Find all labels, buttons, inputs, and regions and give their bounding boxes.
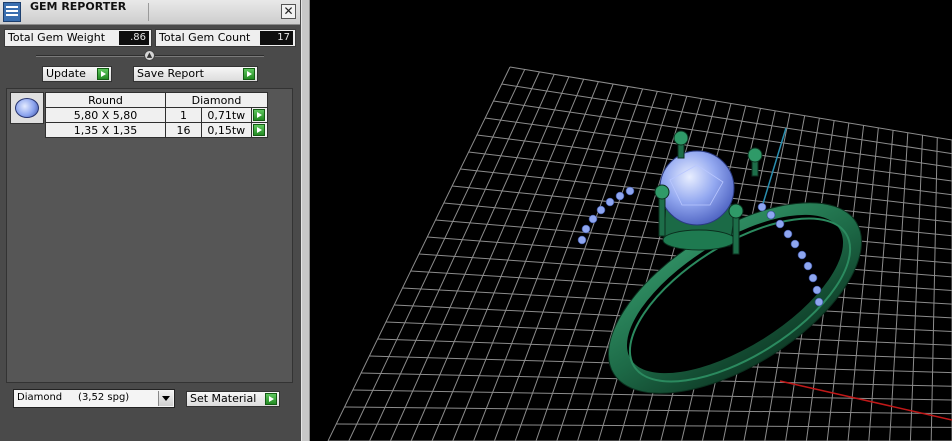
total-gem-count-field: Total Gem Count 17 [155, 29, 296, 47]
gem-weight-cell: 0,15tw [201, 122, 252, 138]
gem-count-cell: 16 [164, 122, 203, 138]
total-gem-weight-value: .86 [119, 31, 149, 45]
round-gem-icon [15, 98, 39, 118]
grid-line [847, 127, 879, 441]
gem-table: Round Diamond 5,80 X 5,80 1 0,71tw 1,35 … [45, 92, 268, 138]
ring-model [577, 130, 863, 394]
viewport-scene [327, 66, 952, 441]
set-material-button-label: Set Material [190, 392, 257, 405]
total-gem-weight-field: Total Gem Weight .86 [4, 29, 152, 47]
save-report-button[interactable]: Save Report [133, 66, 258, 82]
gem-shape-header: Round [45, 92, 166, 108]
table-row[interactable]: 1,35 X 1,35 16 0,15tw [45, 122, 268, 138]
set-material-button[interactable]: Set Material [186, 391, 280, 407]
save-report-button-label: Save Report [137, 67, 204, 80]
update-button-label: Update [46, 67, 86, 80]
update-button[interactable]: Update [42, 66, 112, 82]
chevron-down-icon[interactable] [158, 391, 173, 406]
row-action-button[interactable] [250, 107, 268, 123]
gem-size-cell: 5,80 X 5,80 [45, 107, 166, 123]
material-select[interactable]: Diamond (3,52 spg) [13, 389, 175, 408]
grid-line [389, 74, 555, 441]
gem-reporter-icon [3, 2, 21, 22]
play-icon [243, 68, 255, 80]
table-row[interactable]: 5,80 X 5,80 1 0,71tw [45, 107, 268, 123]
close-button[interactable]: ✕ [281, 4, 296, 19]
gem-reporter-panel: GEM REPORTER ✕ Total Gem Weight .86 Tota… [0, 0, 302, 441]
panel-title: GEM REPORTER [30, 0, 127, 13]
3d-viewport[interactable] [310, 0, 952, 441]
gem-table-header: Round Diamond [45, 92, 268, 108]
grid-line [452, 81, 599, 441]
grid-line [348, 69, 526, 441]
title-divider [148, 3, 149, 21]
material-select-value: Diamond (3,52 spg) [17, 392, 130, 403]
grid-line [431, 78, 585, 441]
grid-line [868, 130, 894, 441]
x-axis-line [779, 380, 952, 421]
gem-size-cell: 1,35 X 1,35 [45, 122, 166, 138]
gem-weight-cell: 0,71tw [201, 107, 252, 123]
row-action-button[interactable] [250, 122, 268, 138]
total-gem-count-label: Total Gem Count [159, 31, 251, 44]
gem-material-header: Diamond [165, 92, 268, 108]
grid-line [369, 71, 540, 441]
gem-thumbnail[interactable] [10, 92, 44, 124]
grid-line [327, 66, 511, 441]
total-gem-count-value: 17 [260, 31, 293, 45]
total-gem-weight-label: Total Gem Weight [8, 31, 106, 44]
play-icon [252, 109, 265, 121]
panel-slider-handle[interactable]: ▲ [144, 50, 155, 61]
title-bar[interactable]: GEM REPORTER ✕ [0, 0, 300, 25]
gem-count-cell: 1 [164, 107, 203, 123]
play-icon [252, 124, 265, 136]
play-icon [265, 393, 277, 405]
panel-splitter[interactable] [301, 0, 310, 441]
play-icon [97, 68, 109, 80]
